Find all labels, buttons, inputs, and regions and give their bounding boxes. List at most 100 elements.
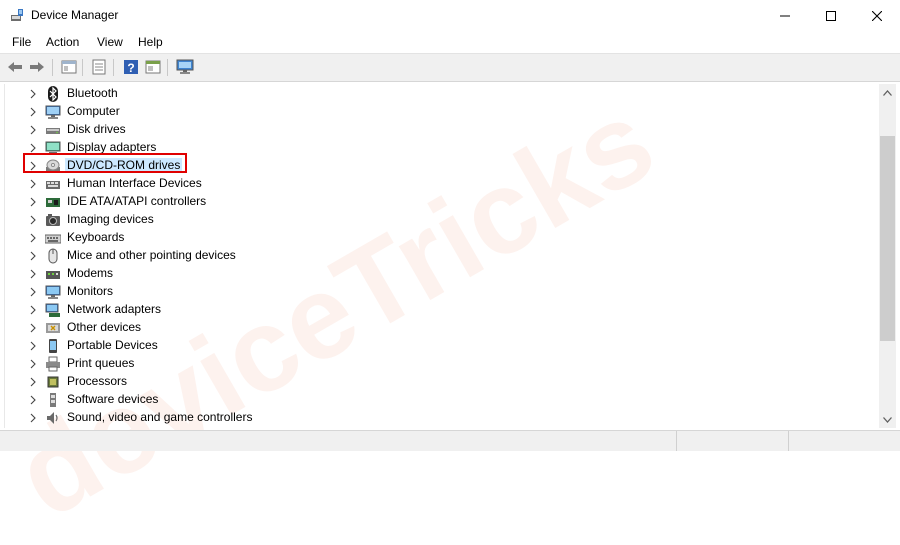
forward-button[interactable] [27, 58, 47, 76]
window-title: Device Manager [31, 8, 119, 22]
device-manager-icon [11, 9, 23, 21]
ide-controller-icon [46, 198, 60, 207]
toolbar: ? [0, 53, 900, 82]
tree-item-label: Disk drives [67, 122, 126, 136]
close-button[interactable] [854, 0, 900, 31]
menu-help[interactable]: Help [138, 35, 163, 49]
update-view-button[interactable] [143, 58, 163, 76]
forward-icon [30, 62, 44, 72]
tree-item[interactable]: Print queues [5, 355, 875, 373]
status-separator [676, 431, 677, 451]
chevron-right-icon[interactable] [27, 268, 39, 280]
chevron-right-icon[interactable] [27, 178, 39, 190]
chevron-right-icon[interactable] [27, 250, 39, 262]
update-view-icon [145, 60, 161, 74]
tree-item[interactable]: Human Interface Devices [5, 175, 875, 193]
menu-view[interactable]: View [97, 35, 123, 49]
tree-item[interactable]: IDE ATA/ATAPI controllers [5, 193, 875, 211]
bluetooth-icon [48, 86, 58, 102]
tree-item-label: IDE ATA/ATAPI controllers [67, 194, 207, 208]
chevron-right-icon[interactable] [27, 286, 39, 298]
toolbar-separator [113, 59, 114, 76]
tree-item-label: Processors [67, 374, 128, 388]
monitor-icon [45, 285, 61, 299]
tree-item[interactable]: Network adapters [5, 301, 875, 319]
tree-item[interactable]: Disk drives [5, 121, 875, 139]
menu-action[interactable]: Action [46, 35, 79, 49]
scroll-thumb[interactable] [880, 136, 895, 341]
chevron-right-icon[interactable] [27, 124, 39, 136]
tree-item[interactable]: Portable Devices [5, 337, 875, 355]
menu-file[interactable]: File [12, 35, 31, 49]
hid-icon [46, 181, 60, 189]
chevron-right-icon[interactable] [27, 340, 39, 352]
scroll-down-button[interactable] [879, 411, 896, 428]
tree-item[interactable]: Imaging devices [5, 211, 875, 229]
tree-item-label: Modems [67, 266, 114, 280]
tree-item-label: Mice and other pointing devices [67, 248, 236, 262]
tree-item-label: Other devices [67, 320, 142, 334]
keyboard-icon [45, 234, 61, 244]
toolbar-separator [52, 59, 53, 76]
properties-pane-icon [61, 60, 77, 74]
list-view-button[interactable] [89, 58, 109, 76]
chevron-right-icon[interactable] [27, 376, 39, 388]
properties-pane-button[interactable] [59, 58, 79, 76]
tree-item[interactable]: Software devices [5, 391, 875, 409]
tree-item-label: Bluetooth [67, 86, 118, 100]
chevron-right-icon[interactable] [27, 88, 39, 100]
tree-item-label: Network adapters [67, 302, 162, 316]
chevron-right-icon[interactable] [27, 232, 39, 244]
chevron-right-icon[interactable] [27, 322, 39, 334]
chevron-right-icon[interactable] [27, 358, 39, 370]
tree-item[interactable]: Modems [5, 265, 875, 283]
chevron-right-icon[interactable] [27, 106, 39, 118]
back-button[interactable] [5, 58, 25, 76]
tree-item[interactable]: Monitors [5, 283, 875, 301]
help-button[interactable]: ? [121, 58, 141, 76]
chevron-right-icon[interactable] [27, 304, 39, 316]
tree-item[interactable]: Bluetooth [5, 85, 875, 103]
camera-icon [46, 214, 60, 226]
minimize-icon [780, 15, 790, 17]
mouse-icon [48, 248, 58, 264]
tree-item[interactable]: Keyboards [5, 229, 875, 247]
tree-item-label: Sound, video and game controllers [67, 410, 253, 424]
chevron-right-icon[interactable] [27, 214, 39, 226]
computer-icon [45, 105, 61, 119]
tree-item[interactable]: Mice and other pointing devices [5, 247, 875, 265]
title-bar: Device Manager [0, 0, 900, 31]
other-device-icon [46, 323, 60, 333]
vertical-scrollbar[interactable] [879, 84, 896, 428]
tree-item-label: Portable Devices [67, 338, 158, 352]
tree-item[interactable]: Sound, video and game controllers [5, 409, 875, 427]
chevron-right-icon[interactable] [27, 394, 39, 406]
maximize-button[interactable] [808, 0, 854, 31]
tree-item[interactable]: Processors [5, 373, 875, 391]
toolbar-separator [82, 59, 83, 76]
chevron-right-icon[interactable] [27, 196, 39, 208]
scroll-up-button[interactable] [879, 84, 896, 101]
portable-device-icon [49, 339, 57, 353]
scan-hardware-button[interactable] [175, 58, 195, 76]
speaker-icon [47, 412, 58, 424]
device-tree[interactable]: deviceTricks Bluetooth Computer Disk drive… [0, 75, 879, 543]
tree-item-label: Monitors [67, 284, 114, 298]
svg-text:?: ? [127, 61, 134, 75]
status-separator [788, 431, 789, 451]
minimize-button[interactable] [762, 0, 808, 31]
tree-item[interactable]: Other devices [5, 319, 875, 337]
tree-item-label: Imaging devices [67, 212, 154, 226]
tree-item-label: Print queues [67, 356, 135, 370]
chevron-up-icon [883, 89, 892, 96]
printer-icon [46, 356, 60, 372]
status-bar [0, 430, 900, 451]
highlight-annotation [23, 153, 187, 173]
back-icon [8, 62, 22, 72]
chevron-right-icon[interactable] [27, 412, 39, 424]
chevron-down-icon [883, 416, 892, 423]
toolbar-separator [167, 59, 168, 76]
tree-item[interactable]: Computer [5, 103, 875, 121]
list-view-icon [92, 59, 106, 75]
monitor-scan-icon [176, 59, 194, 74]
